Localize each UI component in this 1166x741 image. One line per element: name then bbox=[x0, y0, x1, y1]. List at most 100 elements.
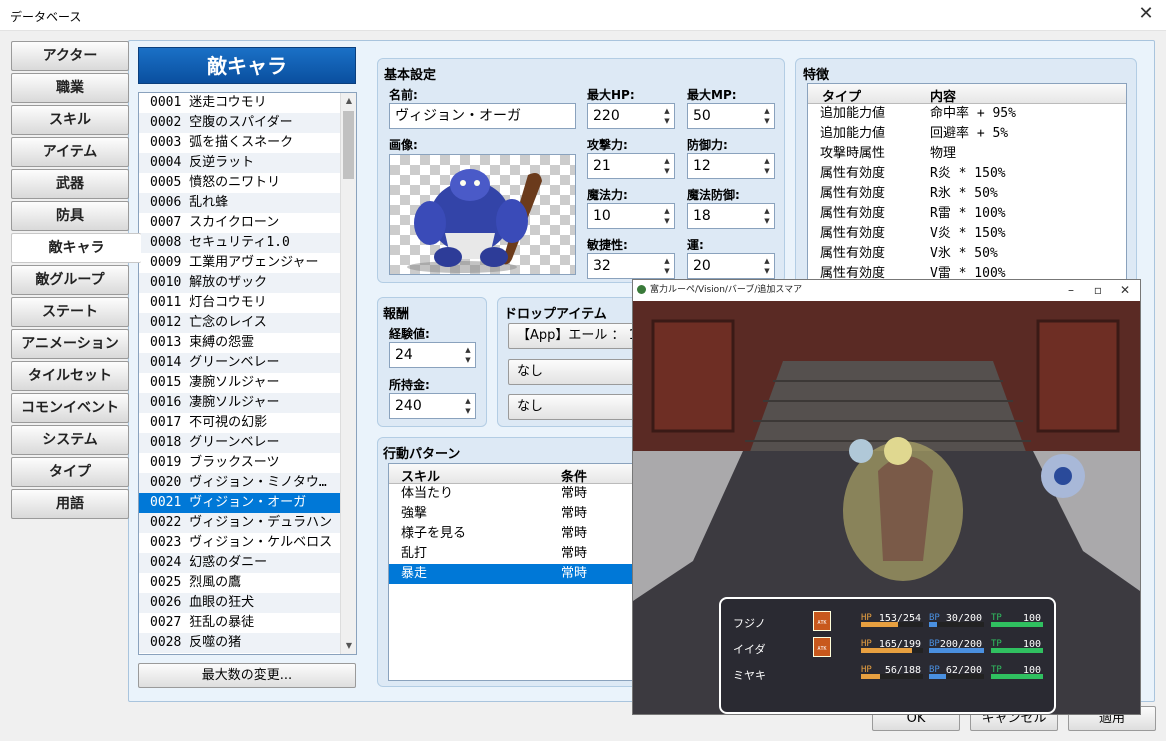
tab-0[interactable]: アクター bbox=[11, 41, 129, 71]
list-item[interactable]: 0012 亡念のレイス bbox=[139, 313, 356, 333]
game-window[interactable]: 富力ルーペ/Vision/バーブ/追加スマア – ▫ ✕ フジノ ATK HP … bbox=[632, 279, 1141, 715]
list-item[interactable]: 0026 血眼の狂犬 bbox=[139, 593, 356, 613]
maximize-icon[interactable]: ▫ bbox=[1094, 280, 1102, 301]
stat-input[interactable]: 220 ▲ ▼ bbox=[587, 103, 675, 129]
list-item[interactable]: 0003 弧を描くスネーク bbox=[139, 133, 356, 153]
trait-row[interactable]: 追加能力値 回避率 + 5% bbox=[808, 124, 1126, 144]
list-item[interactable]: 0011 灯台コウモリ bbox=[139, 293, 356, 313]
list-item[interactable]: 0015 凄腕ソルジャー bbox=[139, 373, 356, 393]
list-item[interactable]: 0006 乱れ蜂 bbox=[139, 193, 356, 213]
action-row[interactable]: 乱打 常時 bbox=[389, 544, 647, 564]
tab-13[interactable]: タイプ bbox=[11, 457, 129, 487]
list-item[interactable]: 0022 ヴィジョン・デュラハン bbox=[139, 513, 356, 533]
name-input[interactable]: ヴィジョン・オーガ bbox=[389, 103, 576, 129]
tab-1[interactable]: 職業 bbox=[11, 73, 129, 103]
change-max-button[interactable]: 最大数の変更... bbox=[138, 663, 356, 688]
close-icon[interactable]: ✕ bbox=[1134, 3, 1158, 24]
stat-input[interactable]: 12 ▲ ▼ bbox=[687, 153, 775, 179]
trait-row[interactable]: 属性有効度 V氷 * 50% bbox=[808, 244, 1126, 264]
action-table[interactable]: スキル 条件 体当たり 常時 強撃 常時 様子を見る 常時 乱打 常時 暴走 常時 bbox=[388, 463, 648, 681]
spinner-icon[interactable]: ▲ ▼ bbox=[662, 206, 672, 226]
scroll-up-icon[interactable]: ▲ bbox=[341, 93, 356, 109]
drop-item-1[interactable]: 【App】エール ： 1 bbox=[508, 323, 648, 349]
list-item[interactable]: 0020 ヴィジョン・ミノタウ… bbox=[139, 473, 356, 493]
stat-input[interactable]: 21 ▲ ▼ bbox=[587, 153, 675, 179]
drop-item-3[interactable]: なし bbox=[508, 394, 648, 420]
gold-spinner-icon[interactable]: ▲ ▼ bbox=[463, 396, 473, 416]
stat-input[interactable]: 50 ▲ ▼ bbox=[687, 103, 775, 129]
list-item[interactable]: 0023 ヴィジョン・ケルベロス bbox=[139, 533, 356, 553]
list-item[interactable]: 0007 スカイクローン bbox=[139, 213, 356, 233]
list-item[interactable]: 0014 グリーンベレー bbox=[139, 353, 356, 373]
trait-row[interactable]: 属性有効度 R氷 * 50% bbox=[808, 184, 1126, 204]
list-scrollbar[interactable]: ▲ ▼ bbox=[340, 93, 356, 654]
list-item[interactable]: 0001 迷走コウモリ bbox=[139, 93, 356, 113]
tab-4[interactable]: 武器 bbox=[11, 169, 129, 199]
list-item[interactable]: 0016 凄腕ソルジャー bbox=[139, 393, 356, 413]
trait-row[interactable]: 属性有効度 V炎 * 150% bbox=[808, 224, 1126, 244]
action-col-skill[interactable]: スキル bbox=[401, 466, 440, 485]
list-item[interactable]: 0021 ヴィジョン・オーガ bbox=[139, 493, 356, 513]
tab-6[interactable]: 敵キャラ bbox=[11, 233, 141, 263]
gold-input[interactable]: 240 ▲ ▼ bbox=[389, 393, 476, 419]
scroll-thumb[interactable] bbox=[343, 111, 354, 179]
spinner-icon[interactable]: ▲ ▼ bbox=[762, 156, 772, 176]
spinner-icon[interactable]: ▲ ▼ bbox=[762, 106, 772, 126]
list-item[interactable]: 0018 グリーンベレー bbox=[139, 433, 356, 453]
list-item[interactable]: 0004 反逆ラット bbox=[139, 153, 356, 173]
action-row[interactable]: 強撃 常時 bbox=[389, 504, 647, 524]
list-item[interactable]: 0019 ブラックスーツ bbox=[139, 453, 356, 473]
tab-5[interactable]: 防具 bbox=[11, 201, 129, 231]
trait-row[interactable]: 属性有効度 R炎 * 150% bbox=[808, 164, 1126, 184]
list-item[interactable]: 0013 束縛の怨霊 bbox=[139, 333, 356, 353]
action-row[interactable]: 体当たり 常時 bbox=[389, 484, 647, 504]
tab-9[interactable]: アニメーション bbox=[11, 329, 129, 359]
tab-11[interactable]: コモンイベント bbox=[11, 393, 129, 423]
action-col-cond[interactable]: 条件 bbox=[561, 466, 587, 485]
tab-3[interactable]: アイテム bbox=[11, 137, 129, 167]
tab-7[interactable]: 敵グループ bbox=[11, 265, 129, 295]
drop-item-2[interactable]: なし bbox=[508, 359, 648, 385]
action-row[interactable]: 様子を見る 常時 bbox=[389, 524, 647, 544]
spinner-icon[interactable]: ▲ ▼ bbox=[762, 206, 772, 226]
stat-input[interactable]: 10 ▲ ▼ bbox=[587, 203, 675, 229]
minimize-icon[interactable]: – bbox=[1068, 280, 1074, 301]
list-item[interactable]: 0027 狂乱の暴徒 bbox=[139, 613, 356, 633]
traits-col-content[interactable]: 内容 bbox=[930, 86, 956, 105]
tab-14[interactable]: 用語 bbox=[11, 489, 129, 519]
spinner-icon[interactable]: ▲ ▼ bbox=[662, 256, 672, 276]
action-row[interactable]: 暴走 常時 bbox=[389, 564, 647, 584]
tab-8[interactable]: ステート bbox=[11, 297, 129, 327]
action-condition: 常時 bbox=[561, 566, 588, 581]
tab-12[interactable]: システム bbox=[11, 425, 129, 455]
stat-value: 21 bbox=[593, 158, 611, 174]
list-item[interactable]: 0010 解放のザック bbox=[139, 273, 356, 293]
list-item[interactable]: 0017 不可視の幻影 bbox=[139, 413, 356, 433]
spinner-icon[interactable]: ▲ ▼ bbox=[662, 156, 672, 176]
trait-row[interactable]: 属性有効度 R雷 * 100% bbox=[808, 204, 1126, 224]
list-item[interactable]: 0009 工業用アヴェンジャー bbox=[139, 253, 356, 273]
spinner-icon[interactable]: ▲ ▼ bbox=[762, 256, 772, 276]
stat-input[interactable]: 18 ▲ ▼ bbox=[687, 203, 775, 229]
traits-table[interactable]: タイプ 内容 追加能力値 命中率 + 95% 追加能力値 回避率 + 5% 攻撃時属性物… bbox=[807, 83, 1127, 283]
scroll-down-icon[interactable]: ▼ bbox=[341, 638, 356, 654]
game-close-icon[interactable]: ✕ bbox=[1120, 280, 1130, 301]
list-item[interactable]: 0028 反噬の猪 bbox=[139, 633, 356, 653]
list-item[interactable]: 0005 憤怒のニワトリ bbox=[139, 173, 356, 193]
enemy-list[interactable]: 0001 迷走コウモリ 0002 空腹のスパイダー 0003 弧を描くスネーク 000… bbox=[138, 92, 357, 655]
traits-col-type[interactable]: タイプ bbox=[822, 86, 861, 105]
exp-input[interactable]: 24 ▲ ▼ bbox=[389, 342, 476, 368]
list-item[interactable]: 0002 空腹のスパイダー bbox=[139, 113, 356, 133]
spinner-icon[interactable]: ▲ ▼ bbox=[662, 106, 672, 126]
stat-input[interactable]: 32 ▲ ▼ bbox=[587, 253, 675, 279]
list-item[interactable]: 0025 烈風の鷹 bbox=[139, 573, 356, 593]
stat-input[interactable]: 20 ▲ ▼ bbox=[687, 253, 775, 279]
trait-row[interactable]: 追加能力値 命中率 + 95% bbox=[808, 104, 1126, 124]
list-item[interactable]: 0024 幻惑のダニー bbox=[139, 553, 356, 573]
tab-2[interactable]: スキル bbox=[11, 105, 129, 135]
trait-row[interactable]: 攻撃時属性 物理 bbox=[808, 144, 1126, 164]
exp-spinner-icon[interactable]: ▲ ▼ bbox=[463, 345, 473, 365]
list-item[interactable]: 0008 セキュリティ1.0 bbox=[139, 233, 356, 253]
enemy-image[interactable] bbox=[389, 154, 576, 275]
tab-10[interactable]: タイルセット bbox=[11, 361, 129, 391]
